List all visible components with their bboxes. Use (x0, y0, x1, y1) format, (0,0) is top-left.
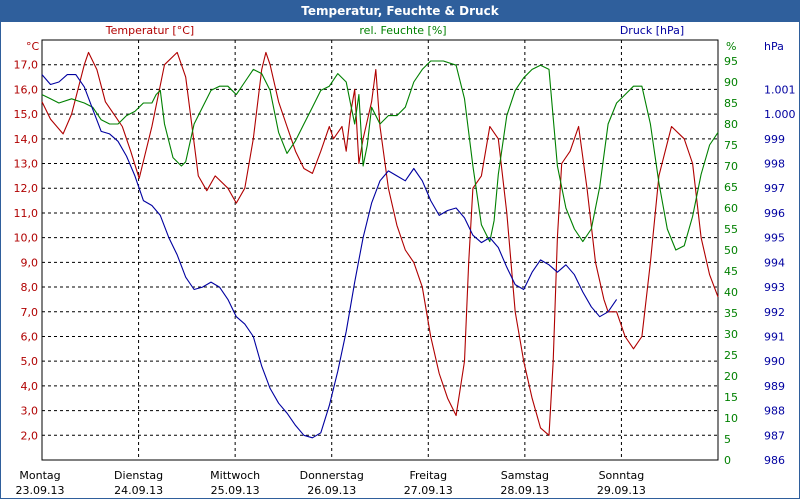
x-day-label: Sonntag (599, 469, 645, 482)
temperature-tick-label: 11,0 (14, 207, 39, 220)
humidity-tick-label: 55 (724, 223, 738, 236)
pressure-axis-label: Druck [hPa] (620, 24, 684, 37)
x-date-label: 25.09.13 (211, 484, 260, 497)
pressure-tick-label: 994 (764, 256, 785, 269)
humidity-tick-label: 65 (724, 181, 738, 194)
pressure-tick-label: 987 (764, 429, 785, 442)
x-day-label: Donnerstag (300, 469, 364, 482)
x-date-label: 28.09.13 (500, 484, 549, 497)
temperature-tick-label: 4,0 (21, 380, 39, 393)
temperature-tick-label: 3,0 (21, 405, 39, 418)
humidity-tick-label: 20 (724, 370, 738, 383)
pressure-tick-label: 993 (764, 281, 785, 294)
x-axis-labels: Montag 23.09.13 Dienstag 24.09.13 Mittwoch 25… (16, 469, 646, 497)
temperature-tick-label: 13,0 (14, 158, 39, 171)
pressure-tick-label: 991 (764, 330, 785, 343)
x-day-label: Freitag (409, 469, 447, 482)
humidity-axis-label: rel. Feuchte [%] (359, 24, 446, 37)
pressure-tick-label: 1.000 (764, 108, 796, 121)
temperature-tick-label: 12,0 (14, 182, 39, 195)
pressure-tick-label: 998 (764, 158, 785, 171)
temperature-tick-label: 16,0 (14, 83, 39, 96)
humidity-tick-label: 0 (724, 454, 731, 467)
humidity-tick-label: 25 (724, 349, 738, 362)
x-day-label: Dienstag (114, 469, 163, 482)
x-date-label: 29.09.13 (597, 484, 646, 497)
x-date-label: 23.09.13 (16, 484, 65, 497)
temperature-tick-label: 7,0 (21, 306, 39, 319)
chart-canvas: 17,0 16,0 15,0 14,0 13,0 12,0 11,0 10,0 9,0 8,0 7,… (14, 24, 796, 497)
temperature-unit: °C (26, 40, 40, 53)
temperature-tick-label: 14,0 (14, 133, 39, 146)
pressure-tick-label: 996 (764, 207, 785, 220)
pressure-tick-label: 988 (764, 405, 785, 418)
humidity-unit: % (726, 40, 736, 53)
pressure-tick-label: 997 (764, 182, 785, 195)
temperature-tick-label: 6,0 (21, 330, 39, 343)
pressure-tick-label: 1.001 (764, 83, 796, 96)
temperature-tick-label: 15,0 (14, 108, 39, 121)
pressure-ticks: 1.001 1.000 999 998 997 996 995 994 993 992 991 990… (764, 83, 796, 467)
x-date-label: 26.09.13 (307, 484, 356, 497)
humidity-tick-label: 40 (724, 286, 738, 299)
humidity-tick-label: 85 (724, 97, 738, 110)
humidity-tick-label: 5 (724, 433, 731, 446)
x-day-label: Mittwoch (210, 469, 260, 482)
temperature-tick-label: 17,0 (14, 59, 39, 72)
humidity-tick-label: 60 (724, 202, 738, 215)
temperature-tick-label: 8,0 (21, 281, 39, 294)
humidity-tick-label: 80 (724, 118, 738, 131)
temperature-axis-label: Temperatur [°C] (105, 24, 194, 37)
x-day-label: Samstag (501, 469, 549, 482)
temperature-ticks: 17,0 16,0 15,0 14,0 13,0 12,0 11,0 10,0 9,0 8,0 7,… (14, 59, 39, 443)
temperature-tick-label: 5,0 (21, 355, 39, 368)
x-day-label: Montag (19, 469, 60, 482)
humidity-tick-label: 30 (724, 328, 738, 341)
temperature-tick-label: 9,0 (21, 256, 39, 269)
humidity-ticks: 95908580757065605550454035302520151050 (724, 55, 738, 467)
humidity-tick-label: 75 (724, 139, 738, 152)
series-line-pressure (41, 74, 618, 439)
temperature-tick-label: 10,0 (14, 232, 39, 245)
humidity-tick-label: 95 (724, 55, 738, 68)
humidity-tick-label: 15 (724, 391, 738, 404)
pressure-unit: hPa (764, 40, 784, 53)
pressure-tick-label: 999 (764, 133, 785, 146)
pressure-tick-label: 995 (764, 232, 785, 245)
humidity-tick-label: 45 (724, 265, 738, 278)
pressure-tick-label: 990 (764, 355, 785, 368)
series-line-temperature (41, 51, 719, 436)
humidity-tick-label: 35 (724, 307, 738, 320)
x-date-label: 27.09.13 (404, 484, 453, 497)
pressure-tick-label: 989 (764, 380, 785, 393)
pressure-tick-label: 992 (764, 306, 785, 319)
humidity-tick-label: 50 (724, 244, 738, 257)
temperature-tick-label: 2,0 (21, 429, 39, 442)
humidity-tick-label: 10 (724, 412, 738, 425)
pressure-tick-label: 986 (764, 454, 785, 467)
series-layer (41, 51, 719, 439)
x-date-label: 24.09.13 (114, 484, 163, 497)
humidity-tick-label: 90 (724, 76, 738, 89)
humidity-tick-label: 70 (724, 160, 738, 173)
